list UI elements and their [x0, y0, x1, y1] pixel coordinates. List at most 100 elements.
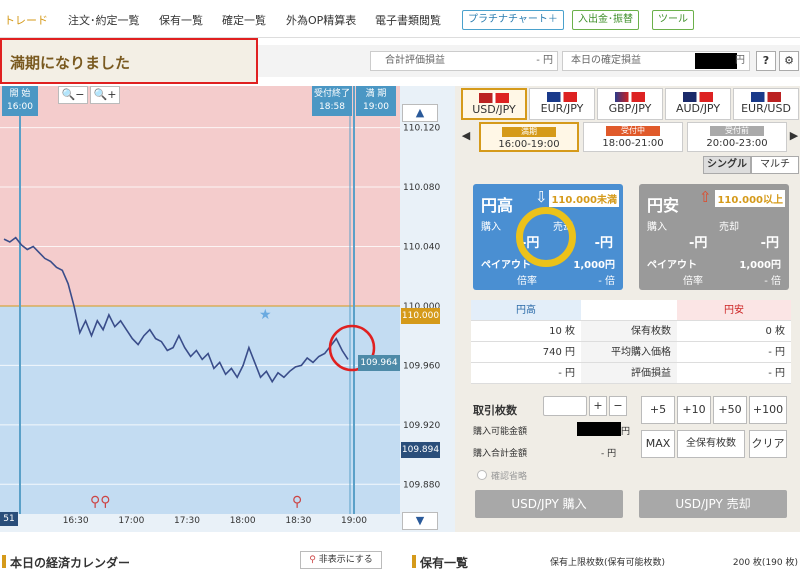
x-tick-label: 17:30: [174, 516, 200, 526]
table-cell-m: 評価損益: [581, 363, 677, 384]
start-label: 開 始: [9, 89, 31, 99]
avail-unit: 円: [621, 427, 631, 437]
call-payout-label: ペイアウト: [481, 260, 531, 271]
hide-calendar-button[interactable]: ⚲ 非表示にする: [300, 551, 382, 569]
qty-input[interactable]: [543, 396, 587, 416]
event-pin-icon[interactable]: ⚲⚲: [90, 494, 111, 510]
event-pin-icon[interactable]: ⚲: [292, 494, 302, 510]
chart-zone-below-strike: [0, 305, 400, 514]
gear-icon[interactable]: ⚙: [779, 51, 799, 71]
pair-label: EUR/USD: [741, 102, 791, 115]
sell-button[interactable]: USD/JPY 売却: [639, 490, 787, 518]
arrow-down-icon: ⇩: [535, 188, 548, 206]
all-holdings-button[interactable]: 全保有枚数: [677, 430, 745, 458]
table-cell-r: - 円: [677, 342, 791, 363]
holdings-title: 保有一覧: [411, 555, 469, 570]
nav-trade[interactable]: トレード: [4, 12, 48, 28]
clear-button[interactable]: クリア: [749, 430, 787, 458]
zoom-in-sign: +: [107, 88, 117, 101]
max-button[interactable]: MAX: [641, 430, 675, 458]
expiry-marker: 満 期 19:00: [356, 86, 396, 116]
tools-button[interactable]: ツール: [652, 10, 694, 30]
session-time: 16:00-19:00: [498, 139, 560, 150]
trade-panel: USD/JPY EUR/JPY GBP/JPY AUD/JPY EUR/USD …: [455, 86, 800, 532]
add-50-button[interactable]: +50: [713, 396, 747, 424]
nav-documents[interactable]: 電子書類閲覧: [375, 12, 441, 28]
table-head-low: 円安: [677, 300, 791, 321]
session-time: 18:00-21:00: [602, 138, 664, 149]
current-price-tag: 109.964: [358, 355, 400, 371]
qty-plus-button[interactable]: +: [589, 396, 607, 416]
scroll-down-button[interactable]: ▼: [402, 512, 438, 530]
pair-tab-usdjpy[interactable]: USD/JPY: [461, 88, 527, 120]
star-icon: ★: [259, 307, 272, 323]
start-time: 16:00: [7, 102, 33, 112]
qty-minus-button[interactable]: −: [609, 396, 627, 416]
table-cell-r: - 円: [677, 363, 791, 384]
zoom-out-sign: −: [75, 88, 85, 101]
zoom-in-button[interactable]: 🔍+: [90, 86, 120, 104]
time-cursor-tag: 51: [0, 512, 18, 526]
call-strike: 110.000未満: [549, 190, 619, 207]
buy-button[interactable]: USD/JPY 購入: [475, 490, 623, 518]
multi-toggle[interactable]: マルチ: [751, 156, 799, 174]
pair-tab-audjpy[interactable]: AUD/JPY: [665, 88, 731, 120]
calendar-title: 本日の経済カレンダー: [1, 555, 131, 570]
hide-label: 非表示にする: [318, 555, 373, 565]
economic-calendar-section: 本日の経済カレンダー ⚲ 非表示にする: [0, 545, 400, 583]
pair-tab-gbpjpy[interactable]: GBP/JPY: [597, 88, 663, 120]
close-time: 18:58: [319, 102, 345, 112]
highlight-ring: [516, 207, 576, 267]
table-cell-m: 保有枚数: [581, 321, 677, 342]
put-ratio-value: - 倍: [764, 276, 781, 287]
session-tab-2[interactable]: 受付中 18:00-21:00: [583, 122, 683, 152]
deposit-button[interactable]: 入出金･振替: [572, 10, 639, 30]
pair-tab-eurjpy[interactable]: EUR/JPY: [529, 88, 595, 120]
day-pl-unit: 円: [735, 55, 745, 66]
single-toggle[interactable]: シングル: [703, 156, 751, 174]
table-head-blank: [581, 300, 677, 321]
day-pl-label: 本日の確定損益: [571, 55, 641, 66]
yen-low-card[interactable]: 円安 ⇧ 110.000以上 購入 売却 -円 -円 ペイアウト 1,000円 …: [639, 184, 789, 290]
nav-orders[interactable]: 注文･約定一覧: [68, 12, 140, 28]
platinum-chart-button[interactable]: プラチナチャート＋: [462, 10, 564, 30]
put-buy-label: 購入: [647, 222, 667, 233]
chart-zone-above-strike: [0, 86, 400, 306]
put-strike: 110.000以上: [715, 190, 785, 207]
zoom-out-button[interactable]: 🔍−: [58, 86, 88, 104]
pair-label: AUD/JPY: [675, 102, 721, 115]
add-10-button[interactable]: +10: [677, 396, 711, 424]
table-cell-m: 平均購入価格: [581, 342, 677, 363]
nav-settlement[interactable]: 外為OP精算表: [286, 12, 356, 28]
holding-limit-value: 200 枚(190 枚): [732, 558, 798, 568]
day-pl-box: 本日の確定損益 円: [562, 51, 750, 71]
audjpy-flag-icon: [683, 92, 713, 102]
add-5-button[interactable]: +5: [641, 396, 675, 424]
y-tick-label: 109.880: [403, 480, 440, 490]
banner-text: 満期になりました: [10, 54, 131, 72]
session-status: 受付中: [606, 126, 660, 136]
y-tick-label: 110.120: [403, 124, 440, 134]
put-sell-value: -円: [760, 236, 779, 251]
session-tab-3[interactable]: 受付前 20:00-23:00: [687, 122, 787, 152]
holdings-section: 保有一覧 保有上限枚数(保有可能枚数) 200 枚(190 枚): [410, 545, 800, 583]
scroll-up-button[interactable]: ▲: [402, 104, 438, 122]
add-100-button[interactable]: +100: [749, 396, 787, 424]
position-table: 円高 円安 10 枚保有枚数 0 枚 740 円平均購入価格 - 円- 円評価損益 - …: [471, 300, 791, 384]
session-prev-icon[interactable]: ◀: [459, 126, 473, 148]
pair-tab-eurusd[interactable]: EUR/USD: [733, 88, 799, 120]
session-next-icon[interactable]: ▶: [789, 126, 799, 148]
confirm-skip-checkbox[interactable]: [477, 470, 487, 480]
gbpjpy-flag-icon: [615, 92, 645, 102]
help-button[interactable]: ?: [756, 51, 776, 71]
nav-holdings[interactable]: 保有一覧: [159, 12, 203, 28]
pair-label: EUR/JPY: [540, 102, 584, 115]
redacted-value: [695, 53, 737, 69]
nav-confirmed[interactable]: 確定一覧: [222, 12, 266, 28]
session-tab-1[interactable]: 満期 16:00-19:00: [479, 122, 579, 152]
x-tick-label: 19:00: [341, 516, 367, 526]
call-sell-value: -円: [594, 236, 613, 251]
call-payout-value: 1,000円: [573, 260, 615, 271]
put-sell-label: 売却: [719, 222, 739, 233]
eurjpy-flag-icon: [547, 92, 577, 102]
